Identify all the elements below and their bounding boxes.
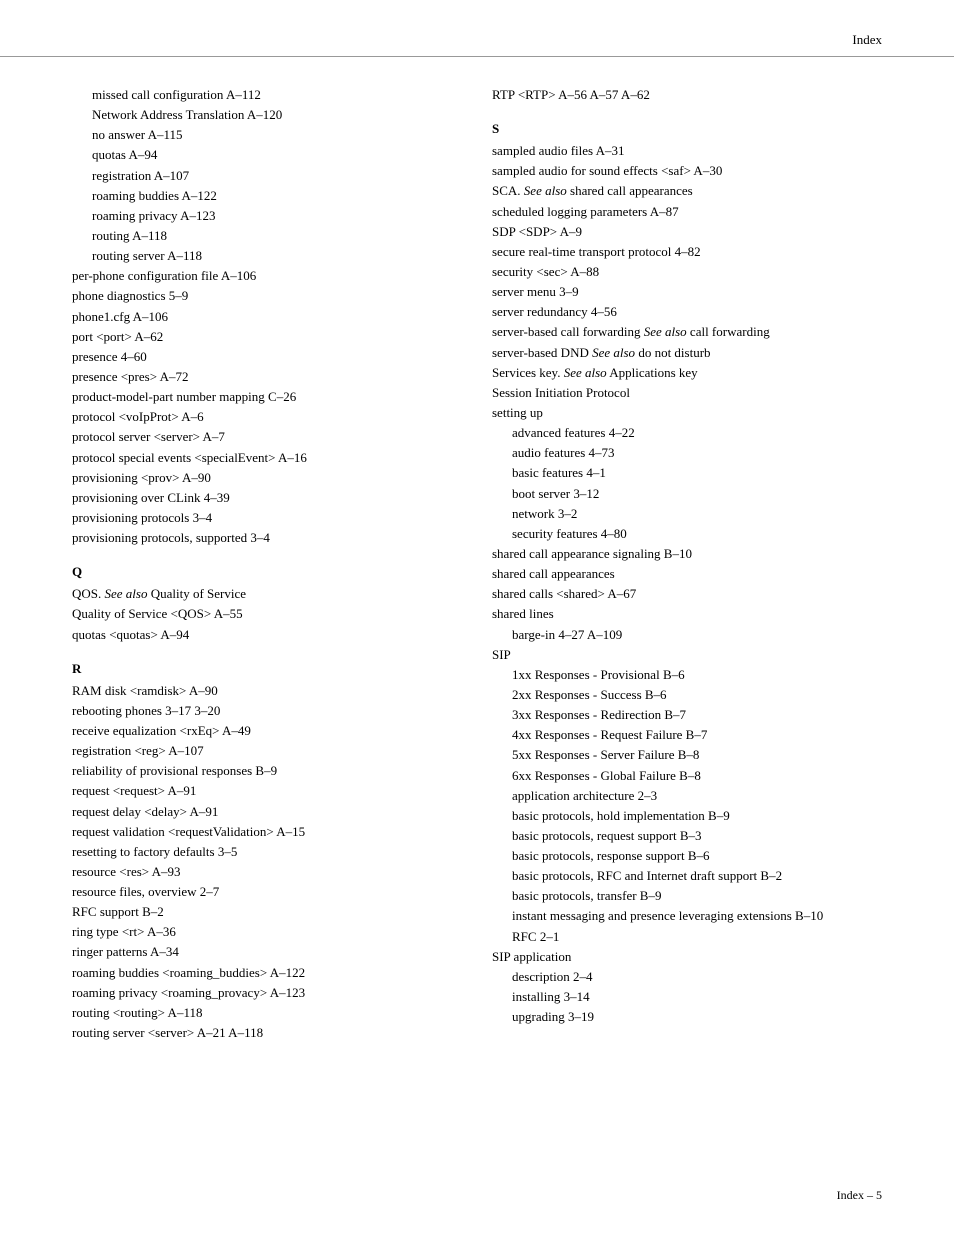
index-entry: roaming privacy <roaming_provacy> A–123	[72, 983, 452, 1003]
index-entry: SDP <SDP> A–9	[492, 222, 882, 242]
index-entry: request <request> A–91	[72, 781, 452, 801]
index-entry: setting up	[492, 403, 882, 423]
index-entry: basic protocols, transfer B–9	[492, 886, 882, 906]
index-entry: request validation <requestValidation> A…	[72, 822, 452, 842]
index-entry: RAM disk <ramdisk> A–90	[72, 681, 452, 701]
index-entry: provisioning protocols 3–4	[72, 508, 452, 528]
index-entry: upgrading 3–19	[492, 1007, 882, 1027]
index-entry: phone1.cfg A–106	[72, 307, 452, 327]
index-entry: reliability of provisional responses B–9	[72, 761, 452, 781]
index-entry: quotas A–94	[72, 145, 452, 165]
index-entry: RFC 2–1	[492, 927, 882, 947]
index-entry: basic protocols, hold implementation B–9	[492, 806, 882, 826]
right-column: RTP <RTP> A–56 A–57 A–62 Ssampled audio f…	[492, 85, 882, 1043]
index-entry: receive equalization <rxEq> A–49	[72, 721, 452, 741]
index-entry: routing A–118	[72, 226, 452, 246]
index-entry: shared call appearances	[492, 564, 882, 584]
index-entry: advanced features 4–22	[492, 423, 882, 443]
index-entry: request delay <delay> A–91	[72, 802, 452, 822]
index-entry: provisioning <prov> A–90	[72, 468, 452, 488]
index-entry: phone diagnostics 5–9	[72, 286, 452, 306]
section-header: S	[492, 121, 882, 137]
index-entry: resetting to factory defaults 3–5	[72, 842, 452, 862]
index-entry: shared call appearance signaling B–10	[492, 544, 882, 564]
index-entry: network 3–2	[492, 504, 882, 524]
index-entry: audio features 4–73	[492, 443, 882, 463]
index-entry: basic protocols, request support B–3	[492, 826, 882, 846]
index-entry: no answer A–115	[72, 125, 452, 145]
index-entry: provisioning protocols, supported 3–4	[72, 528, 452, 548]
index-entry: protocol special events <specialEvent> A…	[72, 448, 452, 468]
index-entry: sampled audio files A–31	[492, 141, 882, 161]
section-header: R	[72, 661, 452, 677]
index-entry: shared lines	[492, 604, 882, 624]
left-column: missed call configuration A–112Network A…	[72, 85, 452, 1043]
index-entry: 2xx Responses - Success B–6	[492, 685, 882, 705]
page-header: Index	[0, 0, 954, 57]
index-entry: rebooting phones 3–17 3–20	[72, 701, 452, 721]
index-entry: shared calls <shared> A–67	[492, 584, 882, 604]
footer-label: Index – 5	[837, 1188, 882, 1202]
index-entry: 4xx Responses - Request Failure B–7	[492, 725, 882, 745]
index-entry: 6xx Responses - Global Failure B–8	[492, 766, 882, 786]
index-entry: application architecture 2–3	[492, 786, 882, 806]
index-entry: presence 4–60	[72, 347, 452, 367]
index-entry: scheduled logging parameters A–87	[492, 202, 882, 222]
index-entry: missed call configuration A–112	[72, 85, 452, 105]
index-entry: roaming buddies A–122	[72, 186, 452, 206]
index-entry: QOS. See also Quality of Service	[72, 584, 452, 604]
index-entry: 3xx Responses - Redirection B–7	[492, 705, 882, 725]
content-area: missed call configuration A–112Network A…	[0, 57, 954, 1083]
index-entry: Services key. See also Applications key	[492, 363, 882, 383]
index-entry: 1xx Responses - Provisional B–6	[492, 665, 882, 685]
index-entry: instant messaging and presence leveragin…	[492, 906, 882, 926]
index-entry: RTP <RTP> A–56 A–57 A–62	[492, 85, 882, 105]
index-entry: basic protocols, RFC and Internet draft …	[492, 866, 882, 886]
index-entry: server-based DND See also do not disturb	[492, 343, 882, 363]
index-entry: Network Address Translation A–120	[72, 105, 452, 125]
index-entry: boot server 3–12	[492, 484, 882, 504]
index-entry: per-phone configuration file A–106	[72, 266, 452, 286]
index-entry: protocol <voIpProt> A–6	[72, 407, 452, 427]
index-entry: registration <reg> A–107	[72, 741, 452, 761]
index-entry: SIP	[492, 645, 882, 665]
index-entry: security features 4–80	[492, 524, 882, 544]
index-entry: secure real-time transport protocol 4–82	[492, 242, 882, 262]
index-entry: routing <routing> A–118	[72, 1003, 452, 1023]
index-entry: 5xx Responses - Server Failure B–8	[492, 745, 882, 765]
index-entry: Quality of Service <QOS> A–55	[72, 604, 452, 624]
index-entry: installing 3–14	[492, 987, 882, 1007]
index-entry: resource files, overview 2–7	[72, 882, 452, 902]
index-entry: basic features 4–1	[492, 463, 882, 483]
section-header: Q	[72, 564, 452, 580]
page-footer: Index – 5	[837, 1188, 882, 1203]
index-entry: product-model-part number mapping C–26	[72, 387, 452, 407]
index-entry: roaming buddies <roaming_buddies> A–122	[72, 963, 452, 983]
index-entry: routing server <server> A–21 A–118	[72, 1023, 452, 1043]
index-entry: protocol server <server> A–7	[72, 427, 452, 447]
index-entry: quotas <quotas> A–94	[72, 625, 452, 645]
index-entry: presence <pres> A–72	[72, 367, 452, 387]
index-entry: SCA. See also shared call appearances	[492, 181, 882, 201]
index-entry: security <sec> A–88	[492, 262, 882, 282]
index-entry: resource <res> A–93	[72, 862, 452, 882]
index-entry: port <port> A–62	[72, 327, 452, 347]
index-entry: basic protocols, response support B–6	[492, 846, 882, 866]
index-entry: server redundancy 4–56	[492, 302, 882, 322]
header-label: Index	[852, 32, 882, 48]
index-entry: barge-in 4–27 A–109	[492, 625, 882, 645]
index-entry: server menu 3–9	[492, 282, 882, 302]
index-entry: server-based call forwarding See also ca…	[492, 322, 882, 342]
index-entry: SIP application	[492, 947, 882, 967]
index-entry: description 2–4	[492, 967, 882, 987]
index-entry: registration A–107	[72, 166, 452, 186]
index-entry: sampled audio for sound effects <saf> A–…	[492, 161, 882, 181]
index-entry: ringer patterns A–34	[72, 942, 452, 962]
index-entry: RFC support B–2	[72, 902, 452, 922]
index-entry: roaming privacy A–123	[72, 206, 452, 226]
index-entry: Session Initiation Protocol	[492, 383, 882, 403]
index-entry: ring type <rt> A–36	[72, 922, 452, 942]
index-entry: provisioning over CLink 4–39	[72, 488, 452, 508]
index-entry: routing server A–118	[72, 246, 452, 266]
